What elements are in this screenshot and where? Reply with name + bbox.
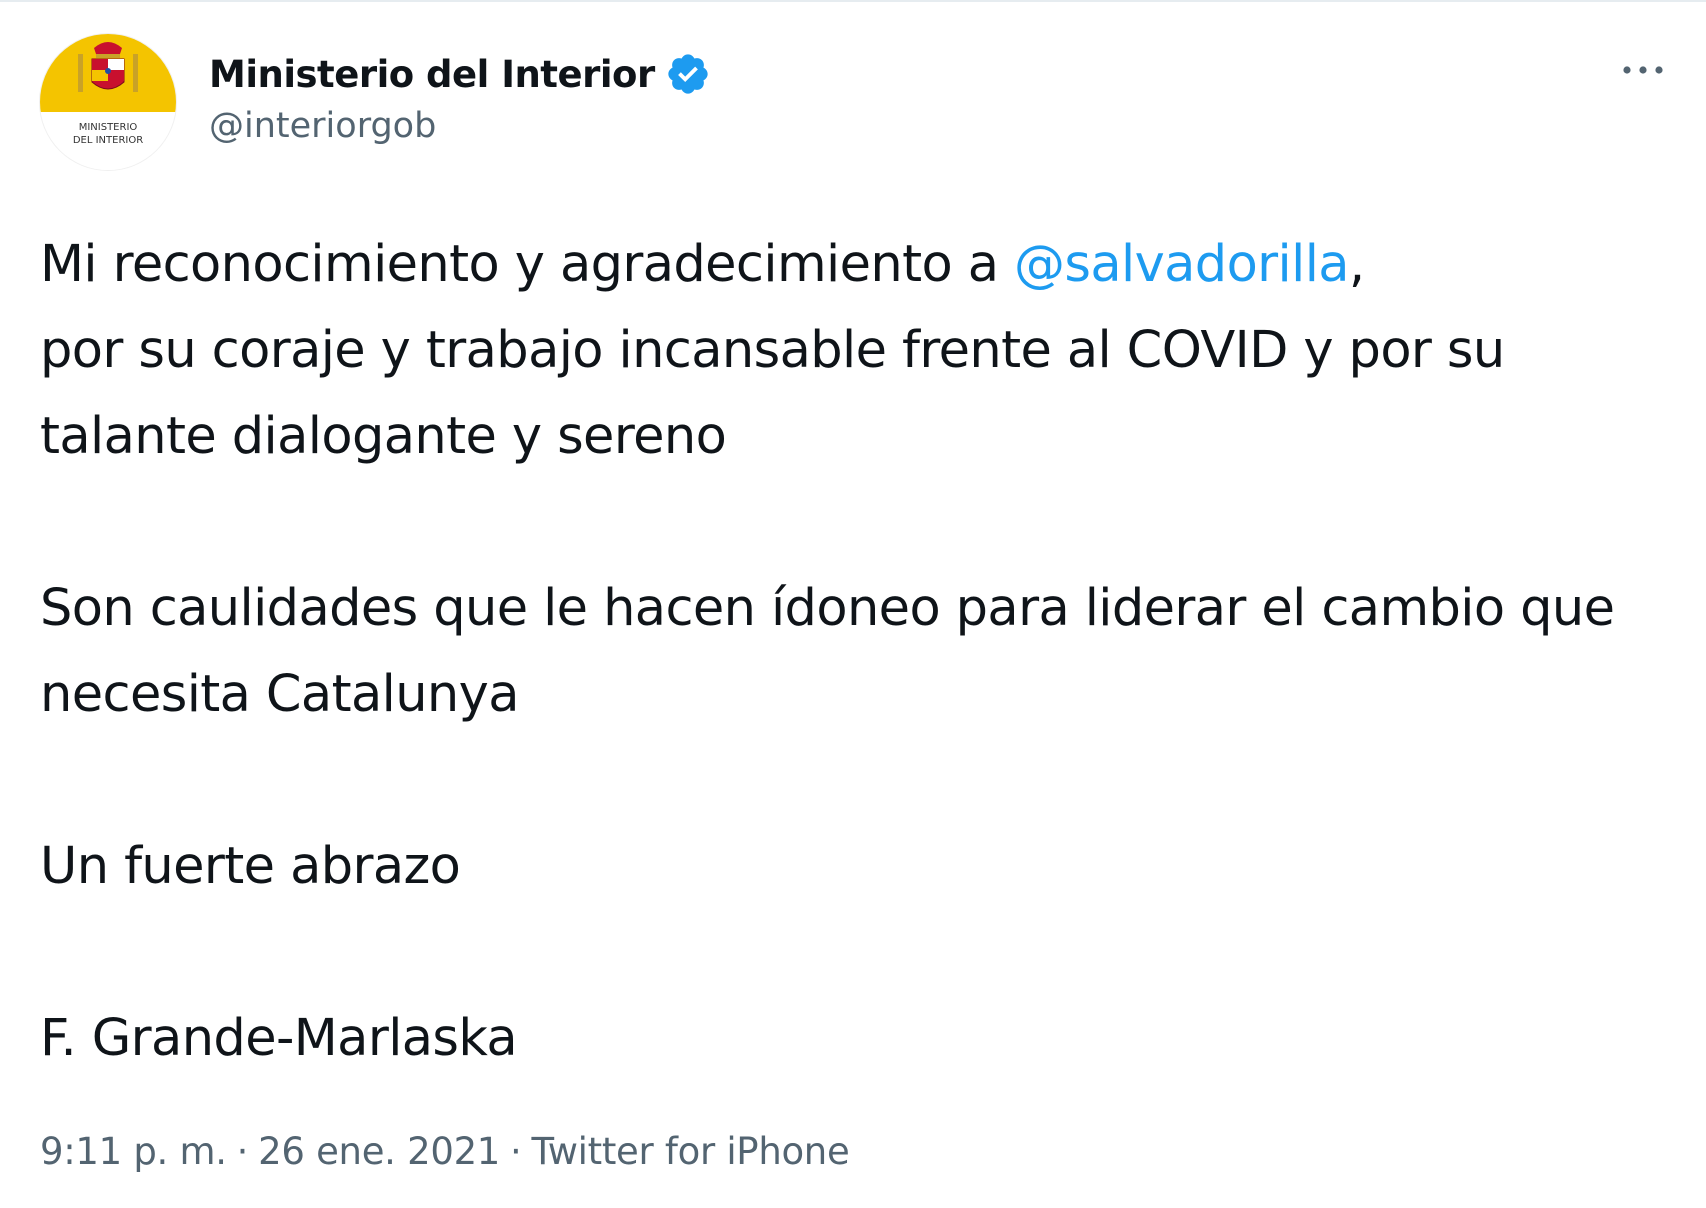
tweet-paragraph-1: Mi reconocimiento y agradecimiento a @sa… [40, 222, 1680, 480]
tweet-paragraph-2: Son caulidades que le hacen ídoneo para … [40, 579, 1615, 724]
mention-link[interactable]: @salvadorilla [1014, 235, 1350, 294]
meta-separator: · [510, 1130, 522, 1173]
tweet-text-comma: , [1348, 235, 1365, 294]
avatar-label-line1: MINISTERIO [79, 122, 138, 133]
meta-separator: · [236, 1130, 249, 1173]
ministry-logo: MINISTERIO DEL INTERIOR [40, 34, 176, 170]
author-name-row: Ministerio del Interior [209, 44, 711, 104]
tweet: MINISTERIO DEL INTERIOR Ministerio del I… [0, 0, 1706, 1208]
tweet-text-paragraph-1-rest: por su coraje y trabajo incansable frent… [40, 321, 1505, 466]
tweet-paragraph-3: Un fuerte abrazo [40, 837, 461, 896]
tweet-time-link[interactable]: 9:11 p. m. [40, 1130, 227, 1173]
tweet-metadata: 9:11 p. m. · 26 ene. 2021 · Twitter for iPho… [40, 1130, 850, 1173]
display-name[interactable]: Ministerio del Interior [209, 53, 655, 96]
tweet-paragraph-4: F. Grande-Marlaska [40, 1009, 518, 1068]
author-handle[interactable]: @interiorgob [209, 106, 436, 146]
more-options-button[interactable] [1612, 50, 1674, 90]
avatar[interactable]: MINISTERIO DEL INTERIOR [40, 34, 176, 170]
verified-badge-icon [665, 51, 711, 97]
avatar-label-line2: DEL INTERIOR [73, 135, 143, 146]
more-horizontal-icon [1623, 66, 1663, 74]
tweet-source-link[interactable]: Twitter for iPhone [532, 1130, 850, 1173]
tweet-text: Mi reconocimiento y agradecimiento a @sa… [40, 222, 1680, 1082]
tweet-text-intro: Mi reconocimiento y agradecimiento a [40, 235, 1014, 294]
tweet-date-link[interactable]: 26 ene. 2021 [258, 1130, 500, 1173]
